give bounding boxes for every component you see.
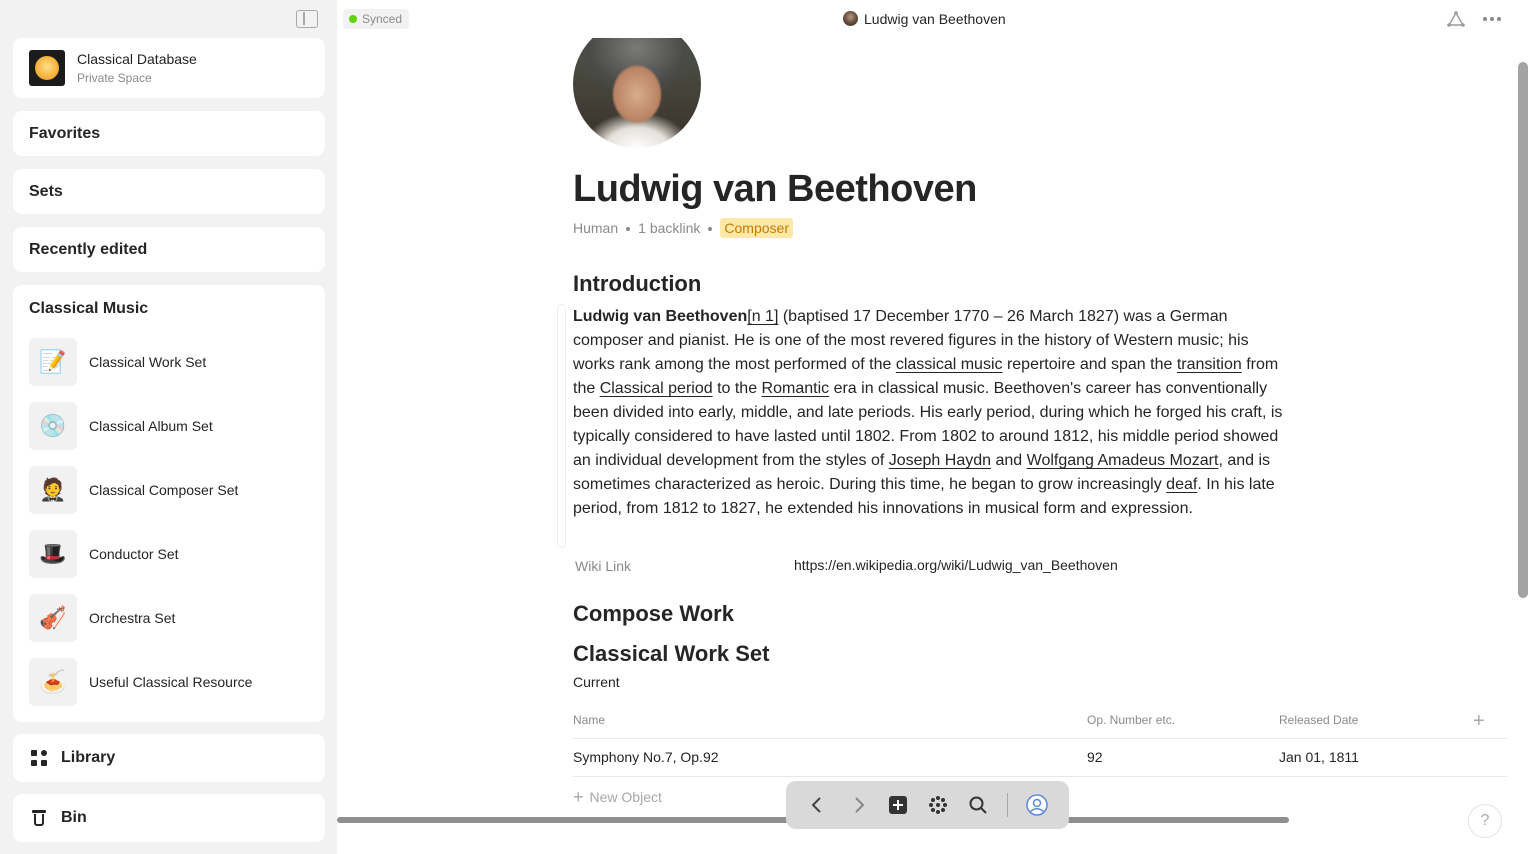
more-options-icon[interactable] [1483, 17, 1501, 21]
link-classical-music[interactable]: classical music [896, 356, 1003, 373]
widget-classical-music: Classical Music 📝 Classical Work Set 💿 C… [13, 285, 325, 722]
editor: Ludwig van Beethoven Human 1 backlink Comp… [337, 0, 1529, 854]
memo-icon: 📝 [29, 338, 77, 386]
block-drag-handle[interactable] [557, 304, 566, 548]
sidebar-item-orchestra-set[interactable]: 🎻 Orchestra Set [29, 594, 319, 642]
add-object-icon[interactable] [886, 793, 910, 817]
widget-favorites[interactable]: Favorites [13, 111, 325, 156]
space-type: Private Space [77, 71, 152, 85]
page-title[interactable]: Ludwig van Beethoven [573, 168, 977, 211]
link-mozart[interactable]: Wolfgang Amadeus Mozart [1027, 452, 1219, 469]
column-header-op-number[interactable]: Op. Number etc. [1087, 713, 1175, 727]
person-tuxedo-icon: 🤵 [29, 466, 77, 514]
link-romantic[interactable]: Romantic [762, 380, 830, 397]
avatar [843, 11, 858, 26]
sidebar-item-label: Conductor Set [89, 546, 179, 562]
cell-name[interactable]: Symphony No.7, Op.92 [573, 749, 719, 765]
space-switcher[interactable]: Classical Database Private Space [13, 38, 325, 98]
library-icon [31, 750, 47, 766]
column-header-name[interactable]: Name [573, 713, 605, 727]
vertical-scrollbar[interactable] [1518, 62, 1528, 598]
backlinks-count[interactable]: 1 backlink [638, 220, 700, 236]
column-header-released-date[interactable]: Released Date [1279, 713, 1358, 727]
sidebar-item-label: Classical Composer Set [89, 482, 239, 498]
widget-recently-edited[interactable]: Recently edited [13, 227, 325, 272]
relations-graph-icon[interactable] [1447, 11, 1465, 32]
space-name: Classical Database [77, 51, 197, 67]
violin-icon: 🎻 [29, 594, 77, 642]
intro-paragraph[interactable]: Ludwig van Beethoven[n 1] (baptised 17 D… [573, 305, 1283, 521]
new-object-button[interactable]: + New Object [573, 787, 662, 808]
cell-op-number[interactable]: 92 [1087, 749, 1103, 765]
featured-relations: Human 1 backlink Composer [573, 218, 793, 238]
widget-sets[interactable]: Sets [13, 169, 325, 214]
view-tab-current[interactable]: Current [573, 674, 620, 690]
sync-status-badge[interactable]: Synced [343, 9, 410, 29]
search-icon[interactable] [966, 793, 990, 817]
disc-icon: 💿 [29, 402, 77, 450]
widget-title: Recently edited [29, 241, 148, 258]
link-classical-period[interactable]: Classical period [600, 380, 713, 397]
tag-badge[interactable]: Composer [720, 218, 793, 238]
bold-name: Ludwig van Beethoven [573, 308, 748, 325]
forward-arrow-icon[interactable] [847, 793, 871, 817]
set-block-title[interactable]: Classical Work Set [573, 641, 769, 667]
compose-heading[interactable]: Compose Work [573, 601, 734, 627]
cell-released-date[interactable]: Jan 01, 1811 [1279, 749, 1359, 765]
bin-button[interactable]: Bin [13, 794, 325, 842]
navigation-bar [786, 781, 1069, 829]
plus-icon: + [573, 787, 584, 807]
bin-label: Bin [61, 809, 87, 826]
sidebar: Classical Database Private Space Favorit… [0, 0, 337, 854]
object-type[interactable]: Human [573, 220, 618, 236]
graph-dots-icon[interactable] [926, 793, 950, 817]
sidebar-toggle-icon[interactable] [296, 10, 318, 28]
sidebar-item-classical-composer-set[interactable]: 🤵 Classical Composer Set [29, 466, 319, 514]
spaghetti-icon: 🍝 [29, 658, 77, 706]
library-button[interactable]: Library [13, 734, 325, 782]
trash-icon [32, 810, 46, 826]
link-transition[interactable]: transition [1177, 356, 1242, 373]
sidebar-item-classical-album-set[interactable]: 💿 Classical Album Set [29, 402, 319, 450]
help-button[interactable]: ? [1468, 804, 1502, 838]
sidebar-item-conductor-set[interactable]: 🎩 Conductor Set [29, 530, 319, 578]
space-icon [29, 50, 65, 86]
sidebar-item-label: Orchestra Set [89, 610, 176, 626]
sidebar-item-classical-work-set[interactable]: 📝 Classical Work Set [29, 338, 319, 386]
sidebar-item-useful-classical-resource[interactable]: 🍝 Useful Classical Resource [29, 658, 319, 706]
object-avatar[interactable] [573, 20, 701, 148]
profile-icon[interactable] [1025, 793, 1049, 817]
widget-title[interactable]: Classical Music [29, 300, 148, 318]
intro-heading[interactable]: Introduction [573, 271, 701, 297]
widget-title: Favorites [29, 125, 101, 142]
link-deaf[interactable]: deaf [1166, 476, 1197, 493]
header-object-title[interactable]: Ludwig van Beethoven [843, 9, 1006, 29]
sidebar-item-label: Classical Album Set [89, 418, 213, 434]
back-arrow-icon[interactable] [805, 793, 829, 817]
relation-value[interactable]: https://en.wikipedia.org/wiki/Ludwig_van… [794, 557, 1118, 573]
sidebar-item-label: Classical Work Set [89, 354, 207, 370]
footnote-link[interactable]: [n 1] [747, 308, 778, 325]
library-label: Library [61, 749, 116, 766]
widget-title: Sets [29, 183, 63, 200]
top-hat-icon: 🎩 [29, 530, 77, 578]
add-column-icon[interactable]: + [1473, 711, 1485, 731]
sidebar-item-label: Useful Classical Resource [89, 674, 253, 690]
relation-label: Wiki Link [575, 558, 632, 574]
link-joseph-haydn[interactable]: Joseph Haydn [889, 452, 991, 469]
